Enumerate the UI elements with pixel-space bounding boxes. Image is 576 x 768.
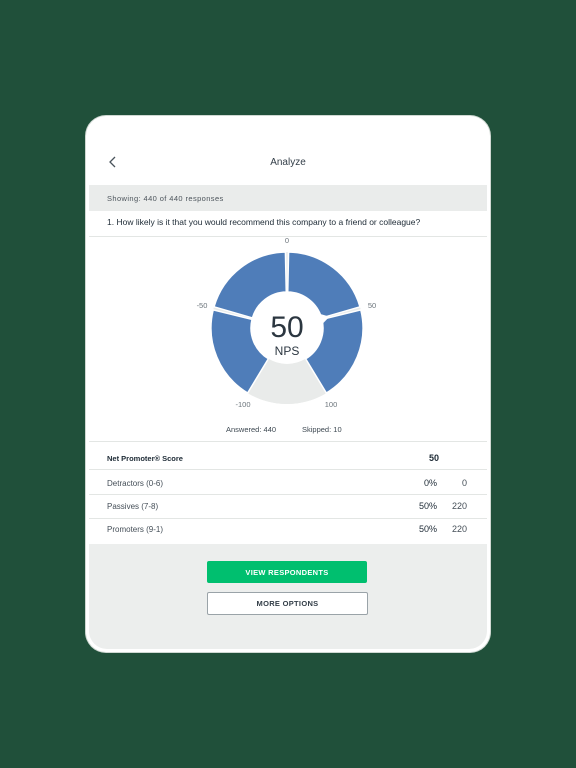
row-count: 220 <box>451 524 467 534</box>
row-label: Promoters (9-1) <box>107 525 164 534</box>
tablet-frame: Analyze Showing: 440 of 440 responses 1.… <box>86 116 490 652</box>
nps-score-row-value: 50 <box>428 453 439 463</box>
row-percent: 0% <box>423 478 437 488</box>
table-row: Passives (7-8) 50% 220 <box>89 494 487 518</box>
skipped-count: Skipped: 10 <box>302 425 342 434</box>
nps-score-row: Net Promoter® Score 50 <box>89 446 487 470</box>
answered-count: Answered: 440 <box>226 425 277 434</box>
nps-score-label: NPS <box>275 344 300 358</box>
more-options-button[interactable]: MORE OPTIONS <box>207 592 368 615</box>
table-row: Detractors (0-6) 0% 0 <box>89 471 487 495</box>
row-count: 220 <box>451 501 467 511</box>
gauge-tick-label: -100 <box>235 400 250 409</box>
table-row: Promoters (9-1) 50% 220 <box>89 517 487 541</box>
gauge-tick-label: 50 <box>368 301 376 310</box>
gauge-tick-label: -50 <box>197 301 208 310</box>
row-percent: 50% <box>418 524 437 534</box>
divider <box>89 469 487 470</box>
row-count: 0 <box>461 478 467 488</box>
nps-score-row-label: Net Promoter® Score <box>107 454 183 463</box>
row-percent: 50% <box>418 501 437 511</box>
actions-footer: VIEW RESPONDENTS MORE OPTIONS <box>89 544 487 649</box>
gauge-tick-label: 100 <box>325 400 338 409</box>
row-label: Passives (7-8) <box>107 502 159 511</box>
nps-gauge-chart: 50 NPS -100 -50 0 50 100 <box>197 236 377 409</box>
app-screen: Analyze Showing: 440 of 440 responses 1.… <box>89 119 487 649</box>
gauge-tick-label: 0 <box>285 236 289 245</box>
view-respondents-button[interactable]: VIEW RESPONDENTS <box>207 561 367 583</box>
nps-score-value: 50 <box>270 311 303 344</box>
divider <box>89 441 487 442</box>
row-label: Detractors (0-6) <box>107 479 164 488</box>
